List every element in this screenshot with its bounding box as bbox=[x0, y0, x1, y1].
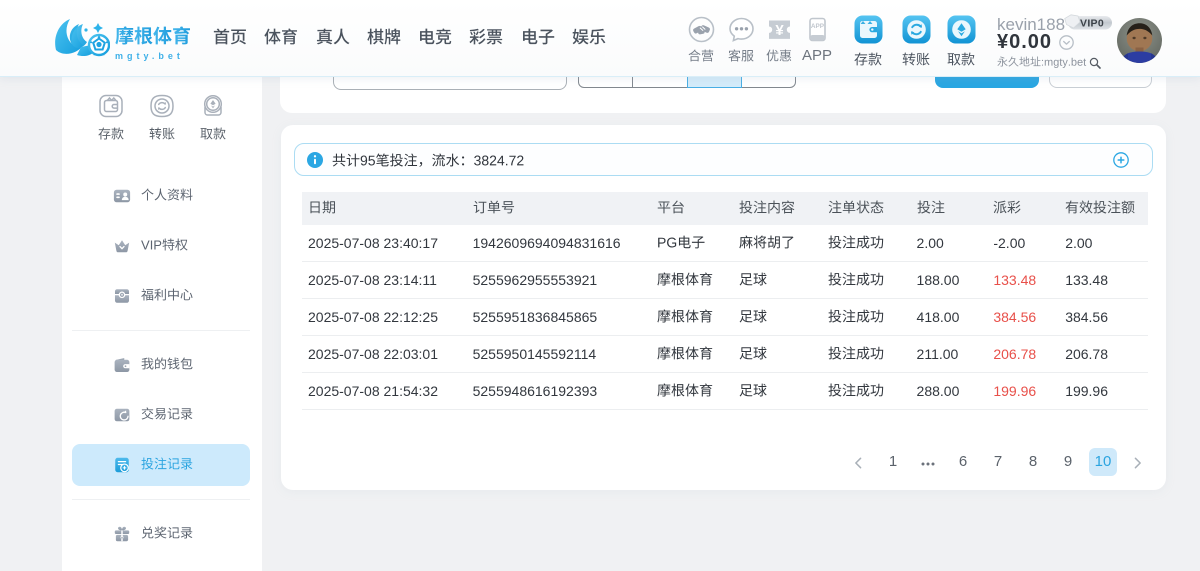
svg-text:¥: ¥ bbox=[775, 22, 784, 39]
svg-text:VIP0: VIP0 bbox=[1080, 17, 1104, 29]
svg-text:APP: APP bbox=[810, 23, 824, 30]
